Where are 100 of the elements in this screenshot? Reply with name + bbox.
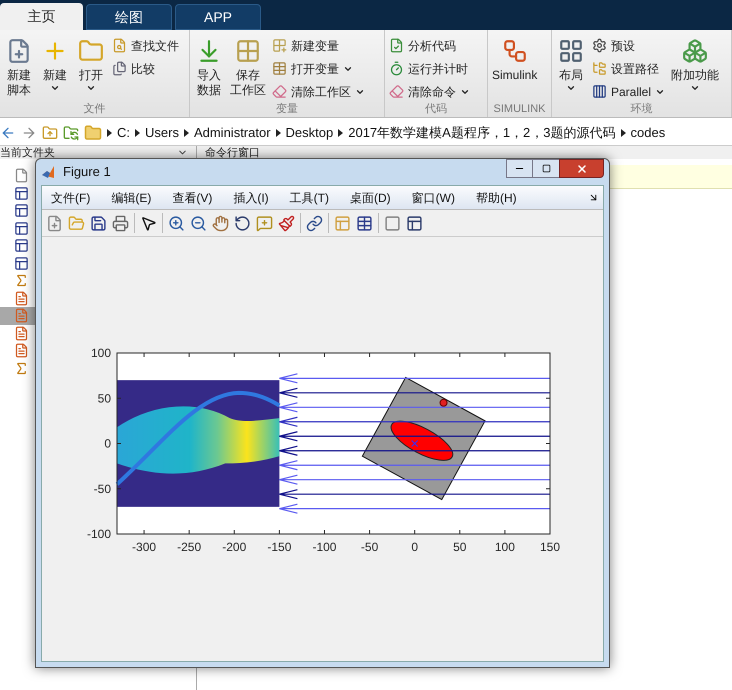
x-tick-label: 100	[494, 540, 515, 554]
cubes-icon	[682, 38, 708, 64]
group-label: 代码	[425, 103, 447, 117]
y-tick-label: 50	[98, 391, 111, 406]
menu-item[interactable]: 帮助(H)	[476, 188, 517, 206]
eraser-icon	[389, 84, 404, 99]
function-file-icon	[14, 360, 29, 376]
toolstrip-button[interactable]: Simulink	[490, 34, 540, 103]
menu-item[interactable]: 查看(V)	[172, 188, 212, 206]
square-icon[interactable]	[384, 214, 401, 232]
file-row[interactable]	[0, 324, 36, 342]
toolstrip-button[interactable]: 查找文件	[110, 34, 181, 57]
x-tick-label: 150	[540, 540, 560, 554]
button-label: 布局	[559, 68, 583, 83]
maximize-button[interactable]	[533, 159, 559, 178]
close-button[interactable]	[559, 159, 604, 178]
toolstrip-button[interactable]: 新建变量	[270, 34, 367, 57]
columns-icon	[592, 84, 607, 99]
brush-icon[interactable]	[278, 214, 295, 232]
gear-icon	[592, 38, 607, 53]
forward-icon[interactable]	[21, 124, 37, 140]
folder-tree-icon	[592, 61, 607, 76]
toolstrip-button[interactable]: 打开变量	[270, 57, 367, 80]
ribbon-tab[interactable]: 主页	[0, 3, 83, 30]
menu-item[interactable]: 插入(I)	[233, 188, 269, 206]
toolstrip-button[interactable]: 比较	[110, 57, 181, 80]
button-label: 导入	[197, 68, 221, 83]
toolstrip-button[interactable]: 清除命令	[387, 80, 472, 103]
toolstrip-button[interactable]: 设置路径	[590, 57, 668, 80]
toolstrip-button[interactable]: 导入 数据	[192, 34, 226, 103]
folder-icon	[84, 124, 102, 142]
files-icon	[112, 61, 127, 76]
layout-icon	[558, 38, 584, 64]
ribbon-tab[interactable]: 绘图	[86, 4, 172, 30]
printer-icon[interactable]	[112, 214, 129, 232]
save-icon[interactable]	[90, 214, 107, 232]
toolstrip-button[interactable]: 分析代码	[387, 34, 472, 57]
button-label: 保存	[236, 68, 260, 83]
script-file-icon	[14, 326, 29, 341]
legend-icon[interactable]	[356, 214, 373, 232]
menu-item[interactable]: 桌面(D)	[350, 188, 391, 206]
zoom-out-icon[interactable]	[190, 214, 207, 232]
breadcrumb-link[interactable]: C:	[117, 122, 130, 142]
colorbar-icon[interactable]	[334, 214, 351, 232]
menu-item[interactable]: 编辑(E)	[111, 188, 152, 206]
search-file-icon	[112, 38, 127, 53]
block-diagram-icon	[502, 38, 528, 64]
figure-file-icon	[14, 238, 29, 254]
zoom-in-icon[interactable]	[168, 214, 185, 232]
breadcrumb-separator-icon	[184, 128, 189, 136]
breadcrumb-link[interactable]: Administrator	[194, 122, 271, 142]
toolstrip-button[interactable]: 运行并计时	[387, 57, 472, 80]
dock-arrow-icon[interactable]	[588, 192, 599, 203]
file-icon	[14, 168, 29, 184]
hand-icon[interactable]	[212, 214, 229, 232]
toolstrip-button[interactable]: 保存 工作区	[228, 34, 268, 103]
folder-icon	[78, 38, 104, 64]
cross-marker	[411, 440, 418, 447]
x-tick-label: 50	[453, 540, 466, 554]
data-cursor-icon[interactable]	[256, 214, 273, 232]
folder-up-icon[interactable]	[42, 124, 58, 140]
breadcrumb-separator-icon	[620, 128, 626, 136]
breadcrumb-link[interactable]: Users	[145, 122, 179, 142]
toolstrip-button[interactable]: 布局	[554, 34, 588, 103]
toolstrip-button[interactable]: 预设	[590, 34, 668, 57]
rotate-icon[interactable]	[234, 214, 251, 232]
breadcrumb-separator-icon	[276, 128, 281, 136]
breadcrumb-link[interactable]: 2017年数学建模A题程序，1，2，3题的源代码	[348, 122, 616, 142]
y-tick-label: -50	[94, 482, 111, 496]
new-file-icon[interactable]	[46, 214, 63, 232]
toolstrip-button[interactable]: 清除工作区	[270, 80, 367, 103]
toolstrip-button[interactable]: 打开	[74, 34, 108, 103]
menu-item[interactable]: 窗口(W)	[412, 188, 455, 206]
link-icon[interactable]	[306, 214, 323, 232]
toolstrip-button[interactable]: Parallel	[590, 80, 668, 103]
grid-icon	[235, 38, 261, 64]
x-tick-label: -200	[222, 540, 246, 554]
figure-file-icon	[14, 203, 29, 218]
menu-item[interactable]: 工具(T)	[290, 188, 329, 206]
pointer-icon[interactable]	[140, 214, 157, 232]
folder-browse-icon[interactable]	[63, 124, 79, 140]
panel-title: 命令行窗口	[205, 146, 260, 158]
toolstrip-button[interactable]: 新建 脚本	[2, 34, 36, 103]
breadcrumb-link[interactable]: Desktop	[286, 122, 334, 142]
file-check-icon	[389, 38, 404, 53]
script-file-icon	[14, 343, 29, 358]
x-tick-label: -300	[132, 540, 156, 554]
toolstrip-button[interactable]: 附加功能	[669, 34, 722, 103]
breadcrumb-separator-icon	[338, 128, 344, 136]
window-icon[interactable]	[406, 214, 423, 232]
back-icon[interactable]	[0, 124, 16, 140]
ribbon-tab[interactable]: APP	[175, 4, 261, 30]
menu-item[interactable]: 文件(F)	[51, 188, 90, 206]
toolstrip-button[interactable]: 新建	[38, 34, 72, 103]
script-file-icon	[14, 290, 29, 306]
breadcrumb-link[interactable]: codes	[630, 122, 666, 142]
window-title: Figure 1	[63, 163, 111, 182]
button-label: 新建	[7, 68, 31, 83]
dot-marker	[440, 398, 448, 407]
button-label: 附加功能	[671, 68, 720, 83]
